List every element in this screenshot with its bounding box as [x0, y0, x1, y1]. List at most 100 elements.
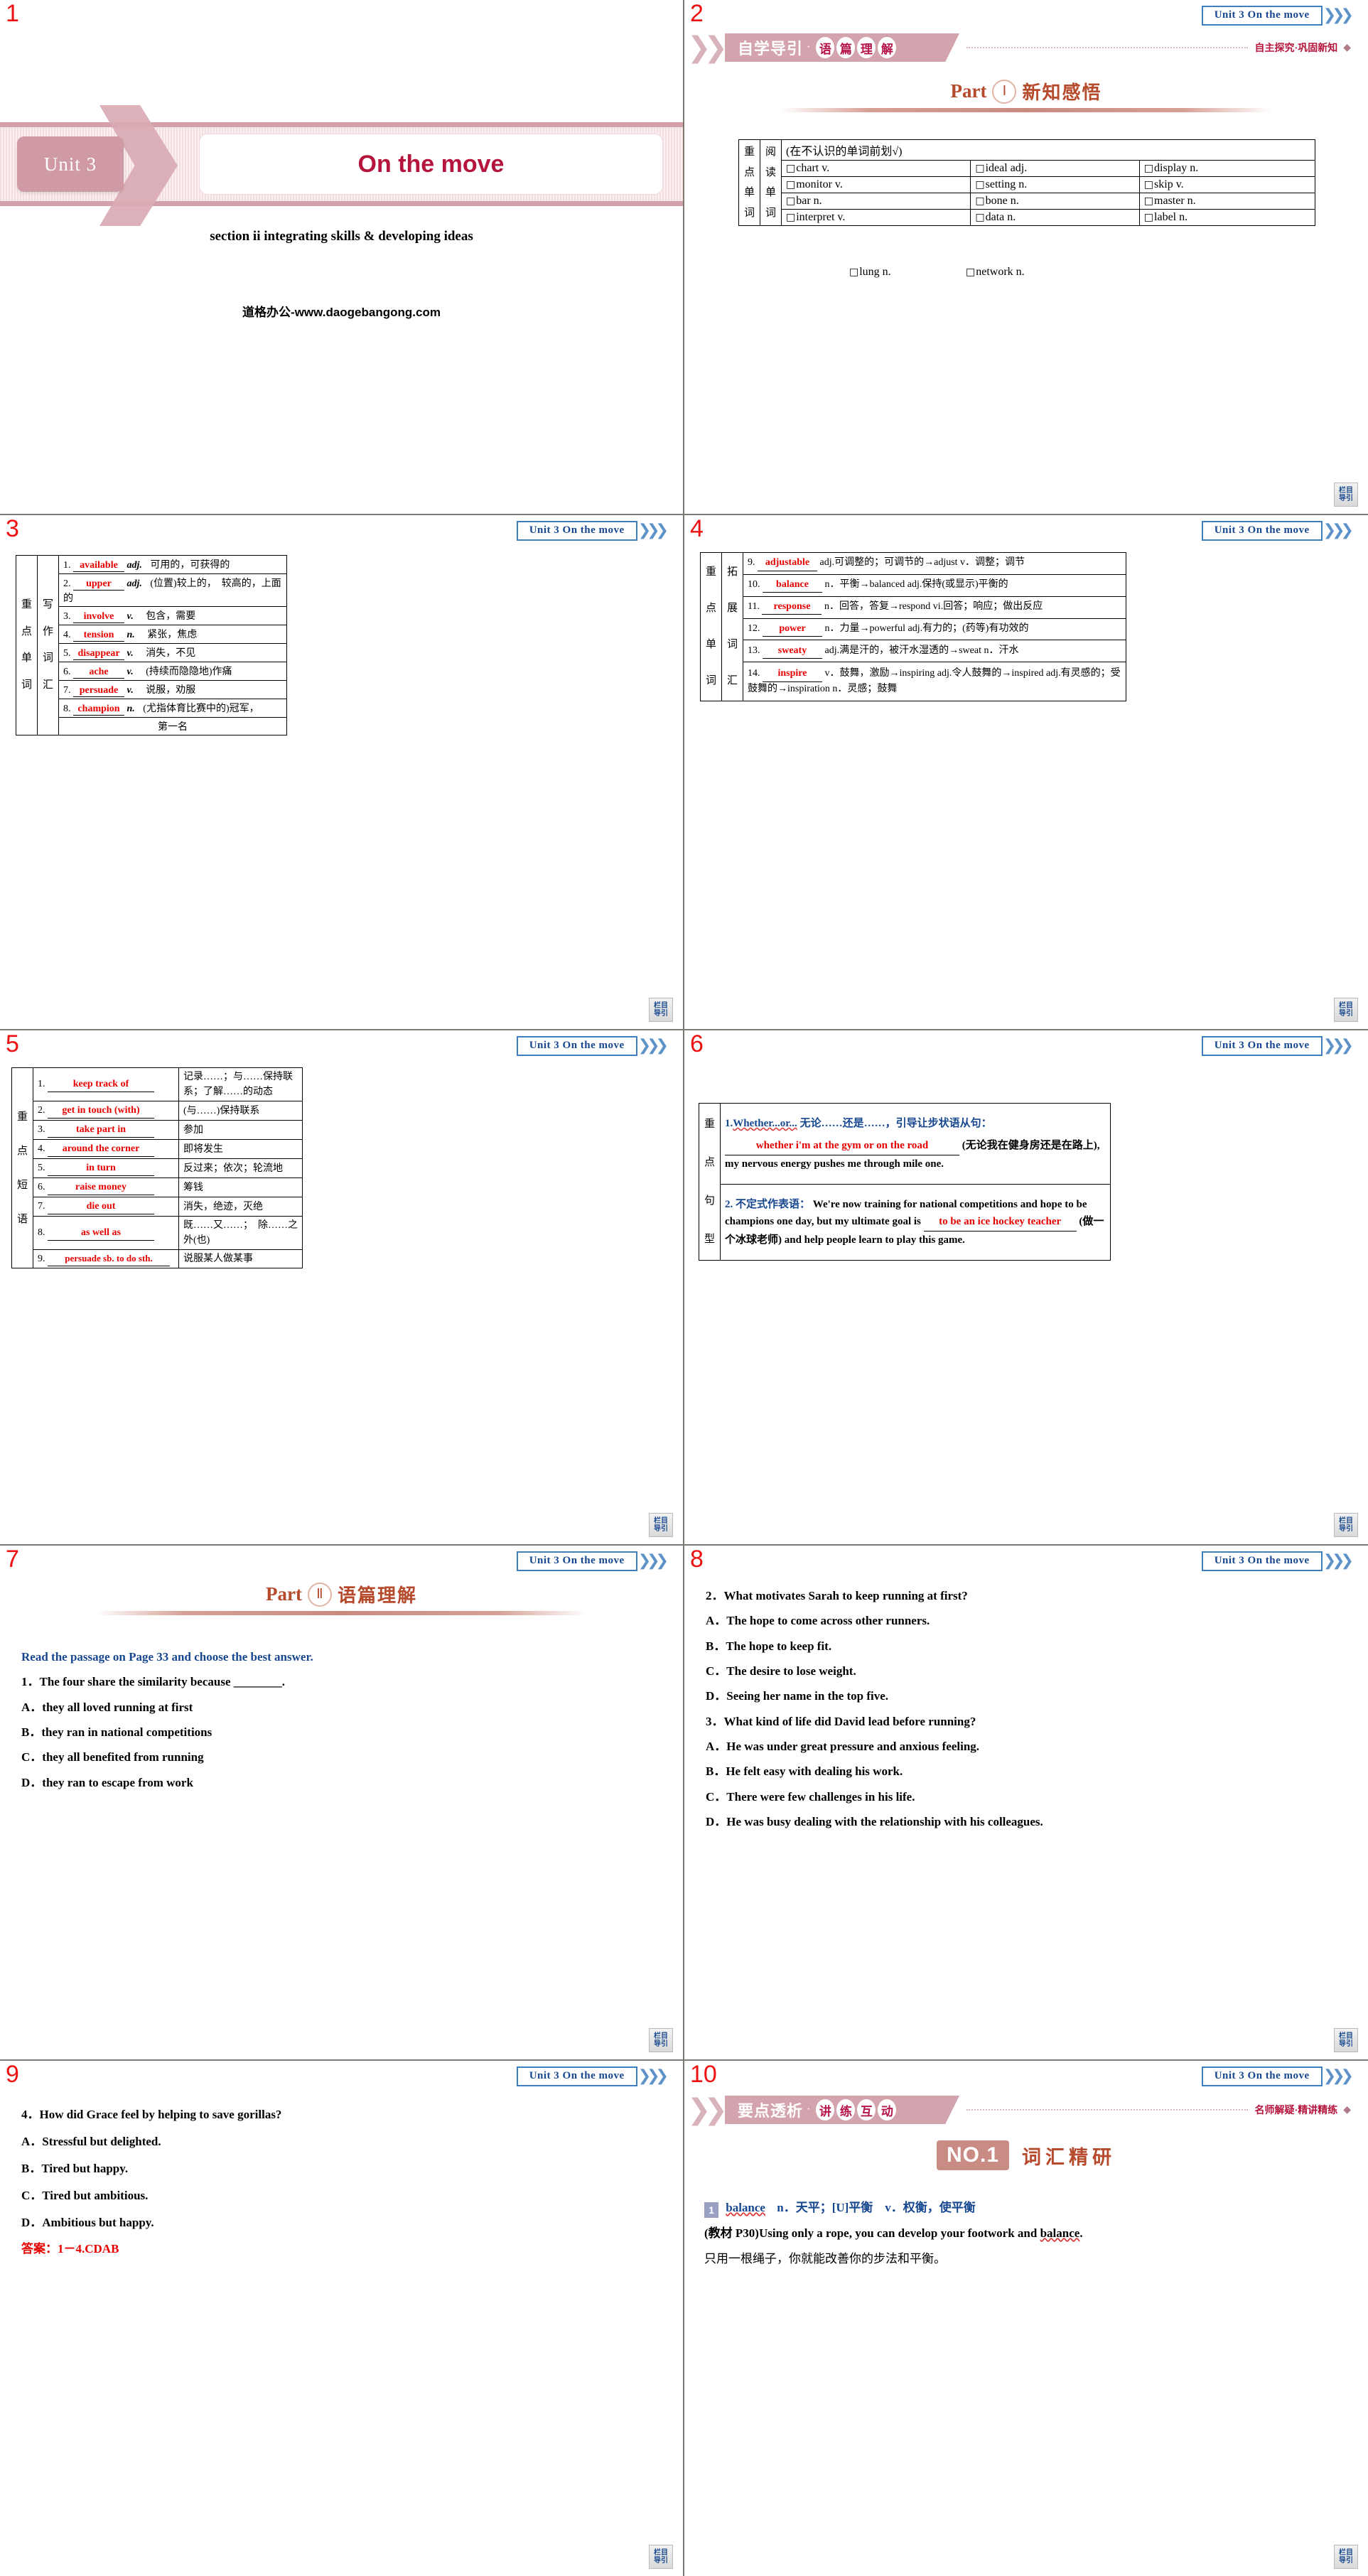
- vocab-checkbox-item[interactable]: □bar n.: [780, 193, 971, 210]
- answer-blank[interactable]: keep track of: [48, 1077, 154, 1092]
- vocab-checkbox-item[interactable]: □lung n.: [849, 266, 963, 279]
- answer-blank[interactable]: inspire: [763, 667, 822, 682]
- option[interactable]: D．Seeing her name in the top five.: [706, 1687, 1351, 1705]
- nav-guide-button[interactable]: 栏目 导引: [649, 1513, 673, 1537]
- answer-blank[interactable]: in turn: [48, 1160, 154, 1176]
- answer-blank[interactable]: available: [73, 560, 124, 572]
- phrase-meaning: (与……)保持联系: [178, 1101, 303, 1121]
- answer-blank[interactable]: raise money: [48, 1180, 154, 1195]
- checkbox-icon[interactable]: □: [975, 195, 984, 207]
- chevron-right-icon: ❯❯❯: [637, 522, 669, 539]
- chevron-right-icon: ❯❯❯: [1323, 522, 1354, 539]
- table-row: □monitor v. □setting n. □skip v.: [739, 176, 1316, 193]
- checkbox-icon[interactable]: □: [966, 266, 975, 278]
- answer-blank[interactable]: ache: [73, 667, 124, 679]
- option[interactable]: A．He was under great pressure and anxiou…: [706, 1737, 1351, 1756]
- option[interactable]: D．He was busy dealing with the relations…: [706, 1813, 1351, 1831]
- vocab-checkbox-item[interactable]: □setting n.: [970, 176, 1140, 193]
- vocab-checkbox-item[interactable]: □ideal adj.: [970, 160, 1140, 177]
- checkbox-icon[interactable]: □: [786, 195, 795, 207]
- questions-block: 2．What motivates Sarah to keep running a…: [706, 1587, 1351, 1838]
- answer-blank[interactable]: get in touch (with): [48, 1103, 154, 1119]
- answer-blank[interactable]: disappear: [73, 648, 124, 660]
- vocab-checkbox-item[interactable]: □monitor v.: [780, 176, 971, 193]
- option[interactable]: B．they ran in national competitions: [21, 1723, 666, 1742]
- chevron-right-icon: ❯❯❯: [1323, 2067, 1354, 2085]
- answer-blank[interactable]: tension: [73, 630, 124, 642]
- answer-blank[interactable]: persuade sb. to do sth.: [48, 1251, 170, 1266]
- answer-blank[interactable]: adjustable: [758, 556, 817, 571]
- vocab-checkbox-item[interactable]: □label n.: [1138, 209, 1316, 226]
- vocab-checkbox-item[interactable]: □chart v.: [780, 160, 971, 177]
- slide-5: 5 Unit 3 On the move ❯❯❯ 重点短语 1. keep tr…: [0, 1030, 684, 1546]
- table-side-label-2: 阅读单词: [760, 139, 782, 226]
- ribbon-circle: 语: [816, 37, 835, 58]
- unit-banner-label: Unit 3 On the move: [1201, 6, 1323, 26]
- answer-blank[interactable]: power: [763, 622, 822, 637]
- vocab-row: 10. balance n．平衡→balanced adj.保持(或显示)平衡的: [743, 573, 1126, 597]
- checkbox-icon[interactable]: □: [1144, 179, 1153, 190]
- vocab-checkbox-item[interactable]: □skip v.: [1138, 176, 1316, 193]
- nav-guide-button[interactable]: 栏目 导引: [649, 998, 673, 1022]
- answer-blank[interactable]: die out: [48, 1199, 154, 1214]
- nav-guide-button[interactable]: 栏目 导引: [1334, 2028, 1358, 2052]
- answer-blank[interactable]: champion: [73, 704, 124, 716]
- checkbox-icon[interactable]: □: [1144, 163, 1153, 174]
- example-translation: 只用一根绳子，你就能改善你的步法和平衡。: [704, 2251, 946, 2265]
- answer-blank[interactable]: sweaty: [763, 644, 822, 659]
- vocab-checkbox-item[interactable]: □master n.: [1138, 193, 1316, 210]
- option[interactable]: B．The hope to keep fit.: [706, 1637, 1351, 1656]
- vocab-checkbox-item[interactable]: □network n.: [966, 266, 1025, 278]
- entry-word: balance: [726, 2201, 765, 2214]
- checkbox-icon[interactable]: □: [786, 212, 795, 223]
- option[interactable]: C．Tired but ambitious.: [21, 2186, 666, 2206]
- ribbon-right-text: 名师解疑·精讲精练: [1254, 2106, 1338, 2116]
- option[interactable]: A．The hope to come across other runners.: [706, 1612, 1351, 1630]
- checkbox-icon[interactable]: □: [1144, 212, 1153, 223]
- table-side-label-1: 重点单词: [700, 552, 722, 701]
- option[interactable]: D．Ambitious but happy.: [21, 2213, 666, 2233]
- vocab-checkbox-item[interactable]: □data n.: [970, 209, 1140, 226]
- answer-blank[interactable]: whether i'm at the gym or on the road: [725, 1137, 959, 1155]
- vocab-checkbox-item[interactable]: □interpret v.: [780, 209, 971, 226]
- answer-blank[interactable]: to be an ice hockey teacher: [923, 1213, 1077, 1232]
- answer-blank[interactable]: as well as: [48, 1225, 154, 1241]
- nav-guide-button[interactable]: 栏目 导引: [649, 2028, 673, 2052]
- answer-blank[interactable]: persuade: [73, 685, 124, 697]
- option[interactable]: D．they ran to escape from work: [21, 1774, 666, 1792]
- option[interactable]: A．Stressful but delighted.: [21, 2132, 666, 2152]
- option[interactable]: C．they all benefited from running: [21, 1748, 666, 1767]
- option[interactable]: A．they all loved running at first: [21, 1698, 666, 1717]
- answer-blank[interactable]: around the corner: [48, 1141, 154, 1157]
- reading-vocab-table: 重点单词 阅读单词 (在不认识的单词前划√) □chart v. □ideal …: [738, 139, 1316, 226]
- option[interactable]: C．There were few challenges in his life.: [706, 1788, 1351, 1806]
- nav-guide-button[interactable]: 栏目 导引: [1334, 483, 1358, 507]
- chevron-double-icon: ❯❯: [687, 2093, 728, 2126]
- vocab-checkbox-item[interactable]: □bone n.: [970, 193, 1140, 210]
- answer-blank[interactable]: take part in: [48, 1122, 154, 1138]
- option[interactable]: B．He felt easy with dealing his work.: [706, 1762, 1351, 1781]
- vocab-checkbox-item[interactable]: □display n.: [1138, 160, 1316, 177]
- option[interactable]: B．Tired but happy.: [21, 2159, 666, 2179]
- answer-blank[interactable]: upper: [73, 578, 124, 591]
- checkbox-icon[interactable]: □: [1144, 195, 1153, 207]
- answer-blank[interactable]: balance: [763, 578, 822, 593]
- checkbox-icon[interactable]: □: [786, 179, 795, 190]
- unit-banner-label: Unit 3 On the move: [516, 1551, 637, 1571]
- answer-blank[interactable]: involve: [73, 611, 124, 623]
- checkbox-icon[interactable]: □: [849, 266, 858, 278]
- chevron-right-icon: ❯❯❯: [637, 1552, 669, 1570]
- nav-guide-button[interactable]: 栏目 导引: [1334, 998, 1358, 1022]
- nav-guide-button[interactable]: 栏目 导引: [1334, 1513, 1358, 1537]
- answer-blank[interactable]: response: [762, 600, 822, 615]
- section-ribbon: ❯❯ 自学导引 · 语 篇 理 解 自主探究·巩固新知 ◆: [684, 31, 1351, 64]
- checkbox-icon[interactable]: □: [975, 163, 984, 174]
- nav-guide-button[interactable]: 栏目 导引: [1334, 2545, 1358, 2569]
- checkbox-icon[interactable]: □: [975, 212, 984, 223]
- ribbon-dot: ·: [807, 2103, 811, 2116]
- nav-guide-button[interactable]: 栏目 导引: [649, 2545, 673, 2569]
- reading-task: Read the passage on Page 33 and choose t…: [21, 1648, 666, 1799]
- checkbox-icon[interactable]: □: [975, 179, 984, 190]
- option[interactable]: C．The desire to lose weight.: [706, 1662, 1351, 1681]
- checkbox-icon[interactable]: □: [786, 163, 795, 174]
